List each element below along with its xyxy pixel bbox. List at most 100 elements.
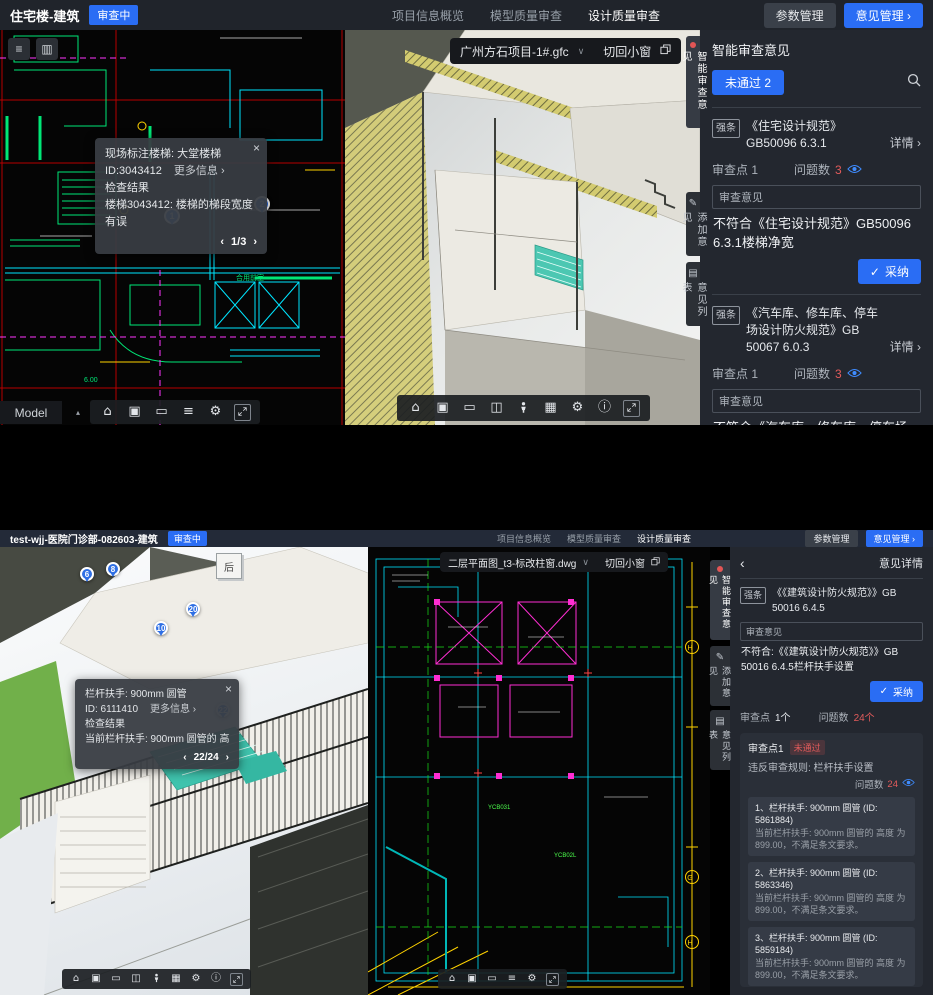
settings-icon[interactable]: ⚙ bbox=[564, 396, 591, 420]
next-icon[interactable]: › bbox=[226, 752, 229, 763]
prev-icon[interactable]: ‹ bbox=[183, 752, 186, 763]
tab-smart-review-opinions[interactable]: 智能审查意见 bbox=[710, 560, 730, 640]
thumbnail-icon[interactable]: ▥ bbox=[36, 38, 58, 60]
walkthrough-icon[interactable] bbox=[510, 396, 537, 420]
caret-up-icon[interactable]: ▴ bbox=[76, 408, 80, 417]
select-icon[interactable]: ▣ bbox=[462, 970, 482, 988]
visibility-icon[interactable] bbox=[902, 778, 915, 790]
failed-filter-button[interactable]: 未通过 2 bbox=[712, 70, 784, 95]
nav-design-quality[interactable]: 设计质量审查 bbox=[588, 7, 660, 24]
select-icon[interactable]: ▣ bbox=[429, 396, 456, 420]
cad-2d-viewport[interactable]: 合用前室 6.00 ≡ ▥ × 现场标注楼梯: 大堂楼梯 ID:3043412更… bbox=[0, 30, 345, 425]
measure-icon[interactable]: ▭ bbox=[148, 400, 175, 424]
view-cube[interactable]: 后 bbox=[216, 553, 242, 579]
settings-icon[interactable]: ⚙ bbox=[186, 970, 206, 988]
close-icon[interactable]: × bbox=[225, 682, 232, 696]
section-icon[interactable]: ◫ bbox=[483, 396, 510, 420]
visibility-icon[interactable] bbox=[847, 367, 862, 381]
settings-icon[interactable]: ⚙ bbox=[522, 970, 542, 988]
issue-item[interactable]: 3、栏杆扶手: 900mm 圆管 (ID: 5859184) 当前栏杆扶手: 9… bbox=[748, 927, 915, 986]
tab-smart-review-opinions[interactable]: 智能审查意见 bbox=[686, 36, 700, 128]
settings-icon[interactable]: ⚙ bbox=[202, 400, 229, 424]
point-label: 审查点 bbox=[740, 709, 770, 724]
measure-icon[interactable]: ▭ bbox=[106, 970, 126, 988]
more-info-link[interactable]: 更多信息 › bbox=[174, 165, 225, 177]
issue-pin[interactable]: 8 bbox=[106, 562, 120, 576]
nav-model-quality[interactable]: 模型质量审查 bbox=[490, 7, 562, 24]
list-icon[interactable]: ▦ bbox=[166, 970, 186, 988]
menu-icon[interactable]: ≡ bbox=[8, 38, 30, 60]
accept-button[interactable]: ✓采纳 bbox=[858, 259, 921, 284]
layers-icon[interactable]: ≡ bbox=[502, 970, 522, 988]
issue-item[interactable]: 2、栏杆扶手: 900mm 圆管 (ID: 5863346) 当前栏杆扶手: 9… bbox=[748, 862, 915, 921]
fullscreen-icon[interactable] bbox=[234, 404, 251, 421]
nav-project-info[interactable]: 项目信息概览 bbox=[392, 7, 464, 24]
chevron-down-icon[interactable]: ∨ bbox=[582, 557, 589, 568]
cad-2d-viewport[interactable]: H G H YCB031 YCB02L 二层平面图_t3-标改柱窗.dwg ∨ … bbox=[368, 547, 710, 995]
detail-link[interactable]: 详情 › bbox=[890, 339, 921, 356]
info-icon[interactable]: ⓘ bbox=[206, 970, 226, 988]
accept-button[interactable]: ✓采纳 bbox=[870, 681, 923, 702]
more-info-link[interactable]: 更多信息 › bbox=[150, 704, 196, 715]
next-icon[interactable]: › bbox=[253, 236, 257, 248]
nav-design-quality[interactable]: 设计质量审查 bbox=[637, 532, 691, 545]
model-file-name[interactable]: 广州方石项目-1#.gfc bbox=[460, 43, 569, 60]
issue-pin[interactable]: 20 bbox=[186, 602, 200, 616]
top-screenshot: 住宅楼-建筑 审查中 项目信息概览 模型质量审查 设计质量审查 参数管理 意见管… bbox=[0, 0, 933, 425]
nav-project-info[interactable]: 项目信息概览 bbox=[497, 532, 551, 545]
layers-icon[interactable]: ≡ bbox=[175, 400, 202, 424]
tooltip-result: 当前栏杆扶手: 900mm 圆管的 高度 为 bbox=[85, 732, 229, 747]
panel-title: 意见详情 bbox=[879, 555, 923, 571]
home-icon[interactable]: ⌂ bbox=[402, 396, 429, 420]
list-icon[interactable]: ▦ bbox=[537, 396, 564, 420]
divider bbox=[712, 107, 921, 108]
model-toolbar: ⌂ ▣ ▭ ◫ ▦ ⚙ ⓘ bbox=[397, 395, 650, 421]
param-manage-button[interactable]: 参数管理 bbox=[764, 3, 836, 28]
fullscreen-icon[interactable] bbox=[623, 400, 640, 417]
pencil-icon: ✎ bbox=[689, 198, 697, 209]
tab-opinion-list[interactable]: ▤ 意见列表 bbox=[686, 262, 700, 326]
model-3d-viewport[interactable]: 广州方石项目-1#.gfc ∨ 切回小窗 ⌂ ▣ ▭ ◫ ▦ ⚙ ⓘ bbox=[345, 30, 700, 425]
visibility-icon[interactable] bbox=[847, 163, 862, 177]
issue-pin[interactable]: 6 bbox=[80, 567, 94, 581]
model-tab[interactable]: Model bbox=[0, 401, 62, 424]
window-switch-icon[interactable] bbox=[651, 553, 660, 571]
pager-count: 22/24 bbox=[194, 752, 219, 763]
switch-window-link[interactable]: 切回小窗 bbox=[603, 43, 651, 60]
back-icon[interactable]: ‹ bbox=[740, 556, 745, 570]
drawing-file-name[interactable]: 二层平面图_t3-标改柱窗.dwg bbox=[448, 555, 576, 570]
switch-window-link[interactable]: 切回小窗 bbox=[605, 555, 645, 570]
tab-opinion-list[interactable]: ▤ 意见列表 bbox=[710, 710, 730, 770]
chevron-down-icon[interactable]: ∨ bbox=[578, 46, 585, 57]
home-icon[interactable]: ⌂ bbox=[66, 970, 86, 988]
close-icon[interactable]: × bbox=[253, 141, 260, 155]
opinion-manage-button[interactable]: 意见管理 › bbox=[866, 530, 924, 547]
section-icon[interactable]: ◫ bbox=[126, 970, 146, 988]
prev-icon[interactable]: ‹ bbox=[220, 236, 224, 248]
measure-icon[interactable]: ▭ bbox=[456, 396, 483, 420]
issue-pin[interactable]: 10 bbox=[154, 621, 168, 635]
home-icon[interactable]: ⌂ bbox=[442, 970, 462, 988]
home-icon[interactable]: ⌂ bbox=[94, 400, 121, 424]
select-icon[interactable]: ▣ bbox=[86, 970, 106, 988]
review-point-group: 审查点1 未通过 违反审查规则: 栏杆扶手设置 问题数 24 1、栏杆扶手: 9… bbox=[740, 733, 923, 987]
mandatory-badge: 强条 bbox=[712, 119, 740, 138]
param-manage-button[interactable]: 参数管理 bbox=[805, 530, 857, 547]
window-switch-icon[interactable] bbox=[660, 42, 671, 60]
drawing-file-pill: 二层平面图_t3-标改柱窗.dwg ∨ 切回小窗 bbox=[440, 552, 668, 572]
tab-add-opinion[interactable]: ✎ 添加意见 bbox=[686, 192, 700, 256]
model-3d-viewport[interactable]: 后 6 8 20 10 22 × 栏杆扶手: 900mm 圆管 ID: 6111… bbox=[0, 547, 368, 995]
detail-link[interactable]: 详情 › bbox=[890, 135, 921, 152]
info-icon[interactable]: ⓘ bbox=[591, 396, 618, 420]
check-icon: ✓ bbox=[870, 265, 880, 279]
nav-model-quality[interactable]: 模型质量审查 bbox=[567, 532, 621, 545]
issue-item[interactable]: 1、栏杆扶手: 900mm 圆管 (ID: 5861884) 当前栏杆扶手: 9… bbox=[748, 797, 915, 856]
measure-icon[interactable]: ▭ bbox=[482, 970, 502, 988]
fullscreen-icon[interactable] bbox=[546, 973, 559, 986]
tab-add-opinion[interactable]: ✎ 添加意见 bbox=[710, 646, 730, 706]
select-icon[interactable]: ▣ bbox=[121, 400, 148, 424]
walkthrough-icon[interactable] bbox=[146, 970, 166, 988]
search-icon[interactable] bbox=[907, 73, 921, 92]
fullscreen-icon[interactable] bbox=[230, 973, 243, 986]
opinion-manage-button[interactable]: 意见管理 › bbox=[844, 3, 923, 28]
